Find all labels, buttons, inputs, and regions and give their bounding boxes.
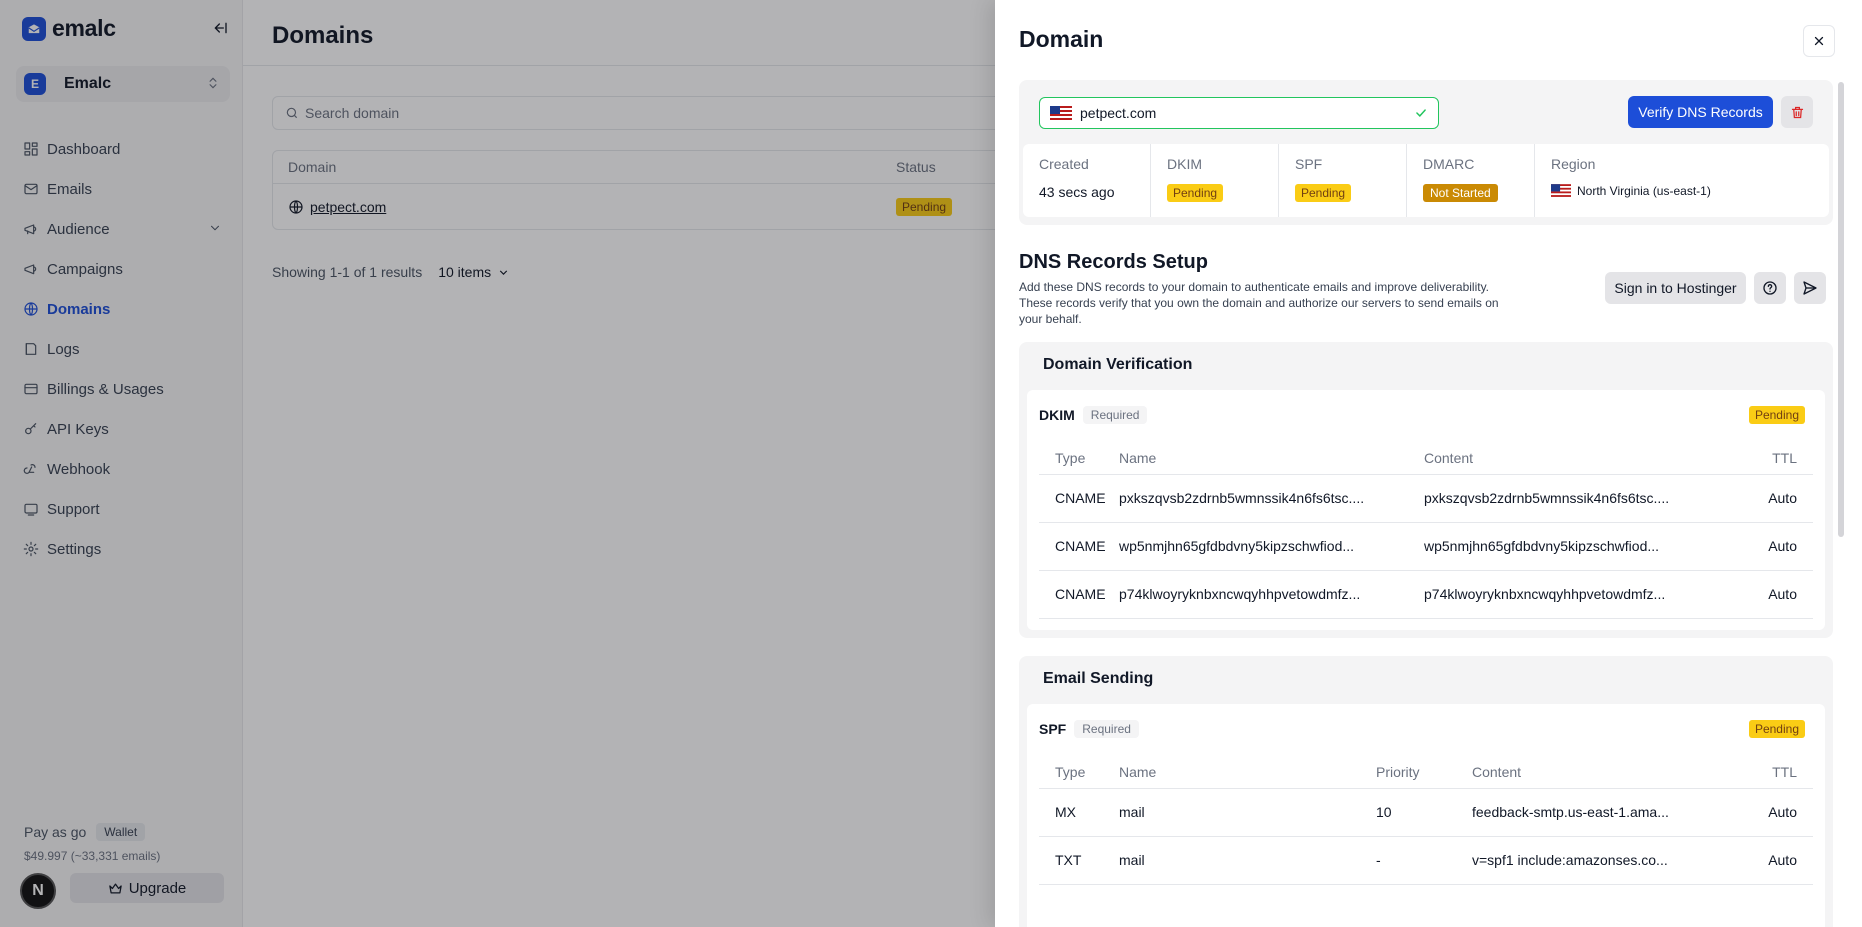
status-badge: Pending bbox=[1748, 720, 1805, 738]
delete-domain-button[interactable] bbox=[1781, 96, 1813, 128]
send-instructions-button[interactable] bbox=[1794, 272, 1826, 304]
table-row: CNAME wp5nmjhn65gfdbdvny5kipzschwfiod...… bbox=[1039, 522, 1813, 571]
domain-info-card: petpect.com Verify DNS Records Created 4… bbox=[1019, 80, 1833, 225]
record-ttl: Auto bbox=[1733, 836, 1813, 885]
record-header: SPF Required bbox=[1039, 720, 1139, 738]
dns-setup-description: Add these DNS records to your domain to … bbox=[1019, 280, 1499, 326]
record-name-cell[interactable]: mail bbox=[1119, 788, 1376, 837]
help-circle-icon bbox=[1763, 281, 1777, 295]
dkim-record-card: DKIM Required Pending Type Name Content … bbox=[1027, 390, 1825, 630]
table-header: Type Name Priority Content TTL bbox=[1039, 756, 1813, 789]
record-priority: 10 bbox=[1376, 788, 1472, 837]
status-badge: Pending bbox=[1295, 184, 1352, 202]
required-badge: Required bbox=[1082, 406, 1148, 424]
close-icon bbox=[1814, 36, 1824, 46]
dns-setup-title: DNS Records Setup bbox=[1019, 251, 1208, 273]
record-name-cell[interactable]: wp5nmjhn65gfdbdvny5kipzschwfiod... bbox=[1119, 522, 1424, 571]
scrollbar[interactable] bbox=[1838, 82, 1844, 537]
meta-dmarc: DMARC Not Started bbox=[1407, 144, 1535, 217]
column-header: TTL bbox=[1733, 756, 1813, 789]
meta-label: DKIM bbox=[1167, 156, 1202, 172]
check-icon bbox=[1416, 109, 1426, 117]
record-ttl: Auto bbox=[1733, 788, 1813, 837]
spf-records-table: Type Name Priority Content TTL MX mail 1… bbox=[1039, 756, 1813, 885]
us-flag-icon bbox=[1050, 105, 1072, 121]
domain-field[interactable]: petpect.com bbox=[1039, 97, 1439, 129]
us-flag-icon bbox=[1551, 184, 1571, 198]
meta-label: Created bbox=[1039, 156, 1089, 172]
record-name-cell[interactable]: mail bbox=[1119, 836, 1376, 885]
column-header: Type bbox=[1039, 756, 1119, 789]
status-badge: Not Started bbox=[1423, 184, 1498, 202]
record-ttl: Auto bbox=[1733, 570, 1813, 619]
dkim-records-table: Type Name Content TTL CNAME pxkszqvsb2zd… bbox=[1039, 442, 1813, 619]
column-header: Type bbox=[1039, 442, 1119, 475]
record-type: CNAME bbox=[1039, 570, 1119, 619]
email-sending-section: Email Sending SPF Required Pending Type … bbox=[1019, 656, 1833, 927]
spf-record-card: SPF Required Pending Type Name Priority … bbox=[1027, 704, 1825, 927]
meta-label: SPF bbox=[1295, 156, 1323, 172]
record-header: DKIM Required bbox=[1039, 406, 1148, 424]
record-content-cell[interactable]: p74klwoyryknbxncwqyhhpvetowdmfz... bbox=[1424, 570, 1733, 619]
column-header: Priority bbox=[1376, 756, 1472, 789]
drawer-body: petpect.com Verify DNS Records Created 4… bbox=[1019, 80, 1833, 927]
region-value: North Virginia (us-east-1) bbox=[1577, 184, 1711, 198]
meta-created: Created 43 secs ago bbox=[1023, 144, 1151, 217]
section-title: Domain Verification bbox=[1043, 356, 1193, 373]
record-ttl: Auto bbox=[1733, 522, 1813, 571]
record-content-cell[interactable]: feedback-smtp.us-east-1.ama... bbox=[1472, 788, 1733, 837]
required-badge: Required bbox=[1074, 720, 1139, 738]
record-type: TXT bbox=[1039, 836, 1119, 885]
meta-label: DMARC bbox=[1423, 156, 1475, 172]
table-row: TXT mail - v=spf1 include:amazonses.co..… bbox=[1039, 836, 1813, 885]
domain-field-value: petpect.com bbox=[1080, 105, 1157, 121]
record-type: CNAME bbox=[1039, 474, 1119, 523]
record-name-cell[interactable]: p74klwoyryknbxncwqyhhpvetowdmfz... bbox=[1119, 570, 1424, 619]
record-priority: - bbox=[1376, 836, 1472, 885]
verify-dns-button[interactable]: Verify DNS Records bbox=[1628, 96, 1773, 128]
trash-icon bbox=[1791, 106, 1803, 118]
meta-spf: SPF Pending bbox=[1279, 144, 1407, 217]
send-icon bbox=[1803, 281, 1817, 295]
status-badge: Pending bbox=[1167, 184, 1224, 202]
table-row: CNAME pxkszqvsb2zdrnb5wmnssik4n6fs6tsc..… bbox=[1039, 474, 1813, 523]
meta-dkim: DKIM Pending bbox=[1151, 144, 1279, 217]
record-type: MX bbox=[1039, 788, 1119, 837]
record-type: CNAME bbox=[1039, 522, 1119, 571]
column-header: Content bbox=[1472, 756, 1733, 789]
record-ttl: Auto bbox=[1733, 474, 1813, 523]
domain-verification-section: Domain Verification DKIM Required Pendin… bbox=[1019, 342, 1833, 638]
column-header: Content bbox=[1424, 442, 1733, 475]
section-title: Email Sending bbox=[1043, 670, 1154, 687]
column-header: TTL bbox=[1733, 442, 1813, 475]
record-name: SPF bbox=[1039, 721, 1067, 737]
record-content-cell[interactable]: wp5nmjhn65gfdbdvny5kipzschwfiod... bbox=[1424, 522, 1733, 571]
record-name: DKIM bbox=[1039, 407, 1075, 423]
meta-label: Region bbox=[1551, 156, 1596, 172]
table-row: CNAME p74klwoyryknbxncwqyhhpvetowdmfz...… bbox=[1039, 570, 1813, 619]
close-button[interactable] bbox=[1803, 25, 1835, 57]
drawer-title: Domain bbox=[1019, 26, 1104, 52]
record-content-cell[interactable]: v=spf1 include:amazonses.co... bbox=[1472, 836, 1733, 885]
column-header: Name bbox=[1119, 756, 1376, 789]
record-name-cell[interactable]: pxkszqvsb2zdrnb5wmnssik4n6fs6tsc.... bbox=[1119, 474, 1424, 523]
meta-value: 43 secs ago bbox=[1039, 184, 1115, 200]
sign-in-hostinger-button[interactable]: Sign in to Hostinger bbox=[1605, 272, 1746, 304]
help-button[interactable] bbox=[1754, 272, 1786, 304]
domain-meta: Created 43 secs ago DKIM Pending SPF Pen… bbox=[1023, 144, 1829, 217]
domain-drawer: Domain petpect.com Verify DNS Records Cr… bbox=[995, 0, 1862, 927]
table-header: Type Name Content TTL bbox=[1039, 442, 1813, 475]
column-header: Name bbox=[1119, 442, 1424, 475]
record-content-cell[interactable]: pxkszqvsb2zdrnb5wmnssik4n6fs6tsc.... bbox=[1424, 474, 1733, 523]
table-row: MX mail 10 feedback-smtp.us-east-1.ama..… bbox=[1039, 788, 1813, 837]
status-badge: Pending bbox=[1748, 406, 1805, 424]
meta-region: Region North Virginia (us-east-1) bbox=[1535, 144, 1829, 217]
